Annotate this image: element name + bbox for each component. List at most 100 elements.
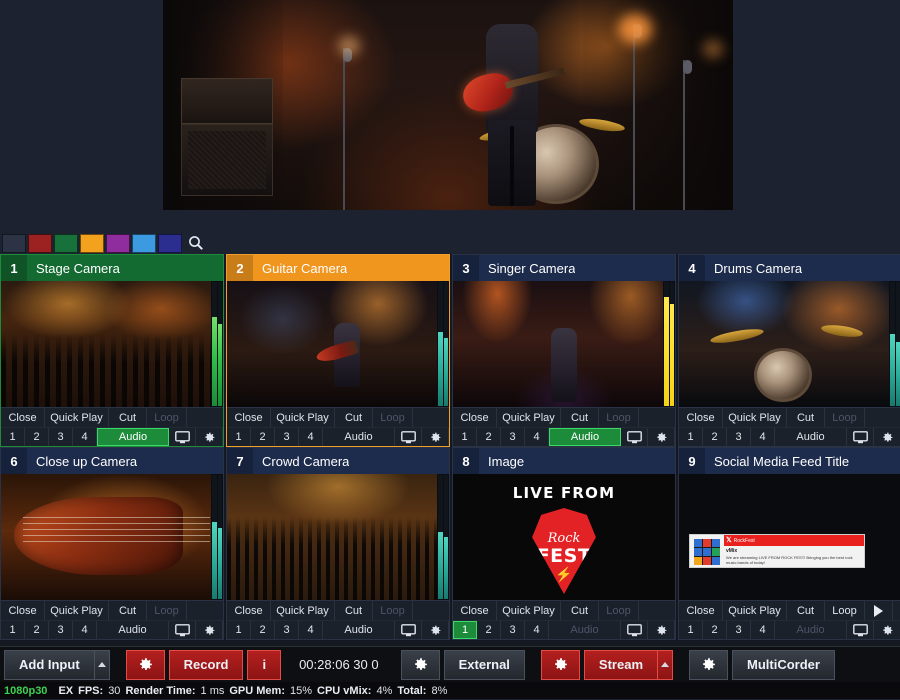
chevron-up-icon[interactable] [93, 649, 110, 680]
cut-button[interactable]: Cut [561, 601, 599, 620]
gear-icon[interactable] [648, 621, 675, 639]
multicorder-button[interactable]: MultiCorder [732, 649, 835, 680]
color-swatch-orange[interactable] [80, 233, 104, 253]
loop-button[interactable]: Loop [373, 408, 413, 427]
overlay-button-1[interactable]: 1 [679, 621, 703, 639]
multicorder-settings-gear-icon[interactable] [689, 649, 728, 680]
overlay-button-3[interactable]: 3 [727, 428, 751, 446]
gear-icon[interactable] [422, 621, 449, 639]
monitor-icon[interactable] [395, 621, 422, 639]
overlay-button-1[interactable]: 1 [227, 428, 251, 446]
cut-button[interactable]: Cut [335, 408, 373, 427]
close-button[interactable]: Close [1, 601, 45, 620]
tile-header[interactable]: 6 Close up Camera [1, 448, 223, 474]
cut-button[interactable]: Cut [109, 601, 147, 620]
overlay-button-1[interactable]: 1 [453, 621, 477, 639]
external-button[interactable]: External [443, 649, 525, 680]
overlay-button-2[interactable]: 2 [251, 621, 275, 639]
overlay-button-1[interactable]: 1 [679, 428, 703, 446]
quick-play-button[interactable]: Quick Play [497, 408, 561, 427]
quick-play-button[interactable]: Quick Play [271, 408, 335, 427]
overlay-button-2[interactable]: 2 [25, 428, 49, 446]
overlay-button-4[interactable]: 4 [73, 428, 97, 446]
loop-button[interactable]: Loop [373, 601, 413, 620]
monitor-icon[interactable] [621, 621, 648, 639]
overlay-button-3[interactable]: 3 [501, 428, 525, 446]
audio-button[interactable]: Audio [549, 621, 621, 639]
close-button[interactable]: Close [679, 408, 723, 427]
overlay-button-1[interactable]: 1 [1, 621, 25, 639]
overlay-button-2[interactable]: 2 [703, 621, 727, 639]
close-button[interactable]: Close [227, 601, 271, 620]
overlay-button-2[interactable]: 2 [25, 621, 49, 639]
cut-button[interactable]: Cut [109, 408, 147, 427]
close-button[interactable]: Close [453, 601, 497, 620]
gear-icon[interactable] [874, 621, 900, 639]
input-tile-9[interactable]: 9 Social Media Feed Title 𝕏 RockFest vMi… [678, 447, 900, 640]
play-icon[interactable] [865, 601, 893, 620]
overlay-button-1[interactable]: 1 [1, 428, 25, 446]
monitor-icon[interactable] [621, 428, 648, 446]
gear-icon[interactable] [874, 428, 900, 446]
tile-thumbnail[interactable]: LIVE FROM Rock FEST ⚡ [453, 474, 675, 600]
input-tile-3[interactable]: 3 Singer Camera Close Quick Play Cut Loo… [452, 254, 676, 447]
input-tile-8[interactable]: 8 Image LIVE FROM Rock FEST ⚡ Close Quic… [452, 447, 676, 640]
stream-button[interactable]: Stream [583, 649, 658, 680]
stream-chevron-up-icon[interactable] [657, 649, 673, 680]
tile-header[interactable]: 1 Stage Camera [1, 255, 223, 281]
overlay-button-2[interactable]: 2 [251, 428, 275, 446]
color-swatch-green[interactable] [54, 233, 78, 253]
overlay-button-4[interactable]: 4 [299, 428, 323, 446]
quick-play-button[interactable]: Quick Play [45, 601, 109, 620]
quick-play-button[interactable]: Quick Play [723, 408, 787, 427]
monitor-icon[interactable] [395, 428, 422, 446]
overlay-button-1[interactable]: 1 [227, 621, 251, 639]
overlay-button-4[interactable]: 4 [751, 621, 775, 639]
audio-button[interactable]: Audio [323, 428, 395, 446]
input-tile-6[interactable]: 6 Close up Camera Close Quick Play Cut L… [0, 447, 224, 640]
cut-button[interactable]: Cut [787, 601, 825, 620]
loop-button[interactable]: Loop [147, 601, 187, 620]
close-button[interactable]: Close [679, 601, 723, 620]
audio-button[interactable]: Audio [97, 428, 169, 446]
overlay-button-2[interactable]: 2 [703, 428, 727, 446]
audio-button[interactable]: Audio [549, 428, 621, 446]
stream-settings-gear-icon[interactable] [540, 649, 580, 680]
overlay-button-3[interactable]: 3 [49, 621, 73, 639]
tile-header[interactable]: 2 Guitar Camera [227, 255, 449, 281]
overlay-button-3[interactable]: 3 [49, 428, 73, 446]
overlay-button-2[interactable]: 2 [477, 621, 501, 639]
monitor-icon[interactable] [847, 621, 874, 639]
program-output-preview[interactable] [162, 0, 733, 210]
overlay-button-4[interactable]: 4 [299, 621, 323, 639]
loop-button[interactable]: Loop [599, 601, 639, 620]
overlay-button-2[interactable]: 2 [477, 428, 501, 446]
overlay-button-4[interactable]: 4 [751, 428, 775, 446]
cut-button[interactable]: Cut [561, 408, 599, 427]
loop-button[interactable]: Loop [599, 408, 639, 427]
tile-thumbnail[interactable] [1, 474, 223, 600]
monitor-icon[interactable] [169, 621, 196, 639]
color-swatch-purple[interactable] [106, 233, 130, 253]
tile-header[interactable]: 8 Image [453, 448, 675, 474]
gear-icon[interactable] [196, 621, 223, 639]
cut-button[interactable]: Cut [787, 408, 825, 427]
close-button[interactable]: Close [1, 408, 45, 427]
overlay-button-3[interactable]: 3 [275, 621, 299, 639]
overlay-button-1[interactable]: 1 [453, 428, 477, 446]
tile-header[interactable]: 4 Drums Camera [679, 255, 900, 281]
overlay-button-4[interactable]: 4 [525, 428, 549, 446]
search-icon[interactable] [184, 234, 208, 253]
tile-header[interactable]: 7 Crowd Camera [227, 448, 449, 474]
audio-button[interactable]: Audio [323, 621, 395, 639]
input-tile-2[interactable]: 2 Guitar Camera Close Quick Play Cut Loo… [226, 254, 450, 447]
monitor-icon[interactable] [847, 428, 874, 446]
gear-icon[interactable] [196, 428, 223, 446]
input-tile-1[interactable]: 1 Stage Camera Close Quick Play Cut Loop [0, 254, 224, 447]
quick-play-button[interactable]: Quick Play [723, 601, 787, 620]
audio-button[interactable]: Audio [97, 621, 169, 639]
overlay-button-3[interactable]: 3 [275, 428, 299, 446]
input-tile-7[interactable]: 7 Crowd Camera Close Quick Play Cut Loop [226, 447, 450, 640]
tile-thumbnail[interactable]: 𝕏 RockFest vMix We are streaming LIVE FR… [679, 474, 900, 600]
tile-thumbnail[interactable] [453, 281, 675, 407]
